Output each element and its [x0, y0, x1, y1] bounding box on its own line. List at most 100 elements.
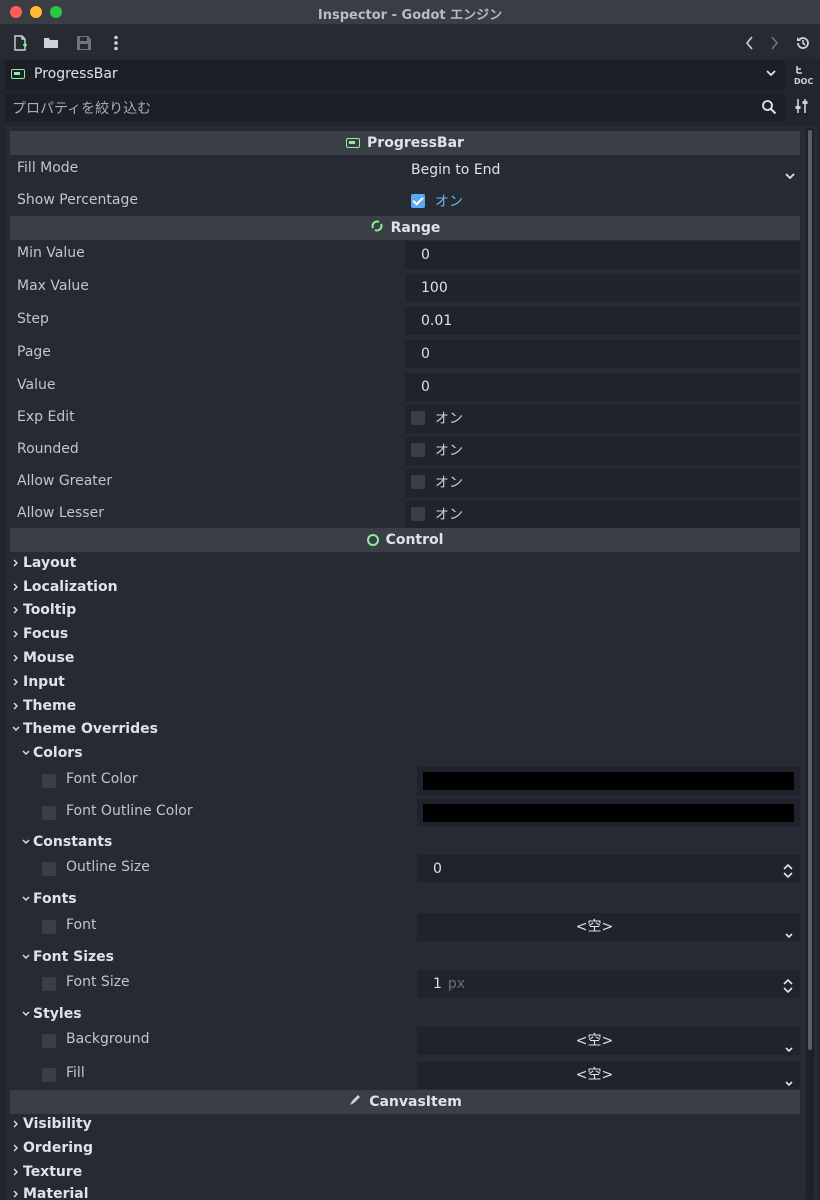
- category-label: Material: [23, 1186, 89, 1200]
- chevron-right-icon: [13, 1144, 18, 1152]
- category-label: Localization: [23, 579, 118, 595]
- fill-mode-dropdown[interactable]: Begin to End: [405, 156, 800, 184]
- subcategory-styles[interactable]: Styles: [22, 1006, 82, 1022]
- history-back-icon[interactable]: [740, 33, 760, 53]
- chevron-right-icon: [13, 606, 18, 614]
- category-label: Tooltip: [23, 602, 77, 618]
- prop-label: Max Value: [17, 278, 89, 294]
- history-icon[interactable]: [793, 33, 813, 53]
- node-selector-label: ProgressBar: [34, 66, 118, 82]
- checkbox-label: オン: [435, 475, 463, 491]
- override-font-outline-color: Font Outline Color: [22, 797, 800, 829]
- prop-label: Show Percentage: [17, 192, 138, 208]
- prop-label: Exp Edit: [17, 409, 75, 425]
- open-documentation-icon[interactable]: DOC: [793, 64, 813, 86]
- override-fill: Fill <空>: [22, 1059, 800, 1091]
- category-tooltip[interactable]: Tooltip: [12, 602, 76, 618]
- checkbox-unchecked-icon: [411, 507, 425, 521]
- allow-lesser-checkbox[interactable]: オン: [405, 501, 800, 529]
- prop-page: Page 0: [10, 338, 800, 370]
- override-label: Background: [66, 1031, 150, 1047]
- checkbox-checked-icon: [411, 194, 425, 208]
- section-title: Control: [385, 532, 444, 548]
- override-font-size: Font Size 1 px: [22, 968, 800, 1000]
- category-input[interactable]: Input: [12, 674, 65, 690]
- section-range: Range: [10, 216, 800, 240]
- progressbar-node-icon: [11, 69, 25, 79]
- subcategory-label: Styles: [33, 1006, 82, 1022]
- chevron-down-icon: [22, 896, 30, 901]
- category-theme[interactable]: Theme: [12, 698, 76, 714]
- new-resource-icon[interactable]: [10, 33, 30, 53]
- stepper-arrows-icon[interactable]: [782, 976, 794, 1004]
- prop-rounded: Rounded オン: [10, 435, 800, 467]
- property-filter-input[interactable]: プロパティを絞り込む: [5, 94, 785, 122]
- font-size-spinbox[interactable]: 1 px: [417, 970, 800, 998]
- history-forward-icon[interactable]: [764, 33, 784, 53]
- window-title: Inspector - Godot エンジン: [317, 8, 503, 23]
- category-mouse[interactable]: Mouse: [12, 650, 74, 666]
- background-style-picker[interactable]: <空>: [417, 1027, 800, 1055]
- subcategory-constants[interactable]: Constants: [22, 834, 112, 850]
- chevron-right-icon: [13, 702, 18, 710]
- override-label: Font: [66, 917, 97, 933]
- category-visibility[interactable]: Visibility: [12, 1116, 92, 1132]
- font-outline-color-picker[interactable]: [417, 799, 800, 827]
- spinbox-value: 0: [433, 861, 442, 877]
- section-canvasitem: CanvasItem: [10, 1090, 800, 1114]
- font-resource-picker[interactable]: <空>: [417, 913, 800, 941]
- override-label: Outline Size: [66, 859, 150, 875]
- min-value-input[interactable]: 0: [405, 241, 800, 269]
- override-checkbox[interactable]: [42, 1068, 56, 1082]
- override-outline-size: Outline Size 0: [22, 853, 800, 885]
- save-icon[interactable]: [74, 33, 94, 53]
- filter-settings-icon[interactable]: [793, 97, 813, 119]
- value-input[interactable]: 0: [405, 373, 800, 401]
- range-section-icon: [370, 219, 384, 237]
- override-checkbox[interactable]: [42, 774, 56, 788]
- exp-edit-checkbox[interactable]: オン: [405, 405, 800, 433]
- node-selector-dropdown[interactable]: ProgressBar: [5, 60, 785, 90]
- subcategory-fonts[interactable]: Fonts: [22, 891, 77, 907]
- font-color-picker[interactable]: [417, 767, 800, 795]
- checkbox-unchecked-icon: [411, 443, 425, 457]
- category-ordering[interactable]: Ordering: [12, 1140, 93, 1156]
- color-swatch: [423, 772, 794, 790]
- prop-label: Page: [17, 344, 51, 360]
- subcategory-font-sizes[interactable]: Font Sizes: [22, 949, 114, 965]
- open-folder-icon[interactable]: [41, 33, 61, 53]
- category-theme-overrides[interactable]: Theme Overrides: [12, 721, 158, 737]
- category-layout[interactable]: Layout: [12, 555, 76, 571]
- subcategory-colors[interactable]: Colors: [22, 745, 83, 761]
- outline-size-spinbox[interactable]: 0: [417, 855, 800, 883]
- page-input[interactable]: 0: [405, 340, 800, 368]
- prop-label: Rounded: [17, 441, 79, 457]
- category-texture[interactable]: Texture: [12, 1164, 82, 1180]
- prop-fill-mode: Fill Mode Begin to End: [10, 154, 800, 186]
- subcategory-label: Font Sizes: [33, 949, 115, 965]
- section-progressbar: ProgressBar: [10, 131, 800, 155]
- prop-value: Value 0: [10, 371, 800, 403]
- show-percentage-checkbox[interactable]: オン: [405, 188, 800, 216]
- chevron-down-icon: [22, 839, 30, 844]
- rounded-checkbox[interactable]: オン: [405, 437, 800, 465]
- scrollbar-thumb[interactable]: [808, 130, 812, 1050]
- max-value-input[interactable]: 100: [405, 274, 800, 302]
- override-background: Background <空>: [22, 1025, 800, 1057]
- resource-empty-value: <空>: [575, 1033, 614, 1049]
- override-checkbox[interactable]: [42, 806, 56, 820]
- category-focus[interactable]: Focus: [12, 626, 68, 642]
- more-menu-icon[interactable]: [106, 33, 126, 53]
- section-control: Control: [10, 528, 800, 552]
- step-input[interactable]: 0.01: [405, 307, 800, 335]
- category-localization[interactable]: Localization: [12, 579, 118, 595]
- override-checkbox[interactable]: [42, 920, 56, 934]
- stepper-arrows-icon[interactable]: [782, 861, 794, 889]
- override-checkbox[interactable]: [42, 977, 56, 991]
- override-checkbox[interactable]: [42, 862, 56, 876]
- inspector-scrollbar[interactable]: [806, 128, 814, 1200]
- allow-greater-checkbox[interactable]: オン: [405, 469, 800, 497]
- fill-style-picker[interactable]: <空>: [417, 1061, 800, 1089]
- override-checkbox[interactable]: [42, 1034, 56, 1048]
- category-material[interactable]: Material: [12, 1186, 89, 1200]
